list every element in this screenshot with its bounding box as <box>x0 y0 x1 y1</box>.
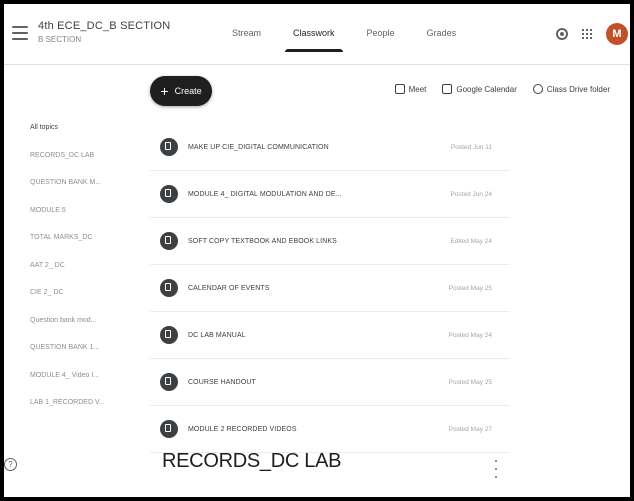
top-header: 4th ECE_DC_B SECTION B SECTION Stream Cl… <box>4 4 630 65</box>
topic-item[interactable]: LAB 1_RECORDED V... <box>30 397 140 425</box>
apps-grid-icon[interactable] <box>582 29 592 39</box>
material-icon <box>160 138 178 156</box>
item-date: Posted Jun 24 <box>450 190 492 198</box>
plus-icon: + <box>160 83 169 99</box>
list-item[interactable]: MODULE 4_ DIGITAL MODULATION AND DE... P… <box>150 171 510 218</box>
material-icon <box>160 279 178 297</box>
item-date: Edited May 24 <box>450 237 492 245</box>
topics-sidebar: All topics RECORDS_DC LAB QUESTION BANK … <box>30 122 140 425</box>
meet-label: Meet <box>408 84 427 94</box>
list-item[interactable]: COURSE HANDOUT Posted May 25 <box>150 359 510 406</box>
meet-link[interactable]: Meet <box>394 84 427 94</box>
tab-stream[interactable]: Stream <box>230 20 263 52</box>
drive-folder-icon <box>532 84 543 94</box>
list-item[interactable]: CALENDAR OF EVENTS Posted May 25 <box>150 265 510 312</box>
item-date: Posted May 24 <box>448 331 492 339</box>
create-button-label: Create <box>174 86 202 96</box>
item-title: MODULE 2 RECORDED VIDEOS <box>188 425 297 433</box>
material-icon <box>160 420 178 438</box>
tab-bar: Stream Classwork People Grades <box>230 20 458 52</box>
item-title: MAKE UP CIE_DIGITAL COMMUNICATION <box>188 143 329 151</box>
topic-item[interactable]: QUESTION BANK M... <box>30 177 140 205</box>
item-date: Posted May 27 <box>448 425 492 433</box>
item-date: Posted May 25 <box>448 284 492 292</box>
list-item[interactable]: DC LAB MANUAL Posted May 24 <box>150 312 510 359</box>
class-subtitle: B SECTION <box>38 35 82 44</box>
toolbar-links: Meet Google Calendar Class Drive folder <box>394 84 610 94</box>
item-title: CALENDAR OF EVENTS <box>188 284 270 292</box>
header-actions: M <box>556 4 630 64</box>
topic-item[interactable]: RECORDS_DC LAB <box>30 150 140 178</box>
item-title: COURSE HANDOUT <box>188 378 256 386</box>
topic-item[interactable]: Question bank mod... <box>30 315 140 343</box>
tab-grades[interactable]: Grades <box>425 20 459 52</box>
menu-icon[interactable] <box>12 26 28 40</box>
help-icon[interactable]: ? <box>4 458 17 471</box>
classwork-list: MAKE UP CIE_DIGITAL COMMUNICATION Posted… <box>150 124 510 453</box>
item-title: DC LAB MANUAL <box>188 331 246 339</box>
list-item[interactable]: MAKE UP CIE_DIGITAL COMMUNICATION Posted… <box>150 124 510 171</box>
topic-item[interactable]: TOTAL MARKS_DC <box>30 232 140 260</box>
create-button[interactable]: + Create <box>150 76 212 106</box>
material-icon <box>160 232 178 250</box>
tab-people[interactable]: People <box>365 20 397 52</box>
item-date: Posted May 25 <box>448 378 492 386</box>
topic-item[interactable]: QUESTION BANK 1... <box>30 342 140 370</box>
list-item[interactable]: SOFT COPY TEXTBOOK AND EBOOK LINKS Edite… <box>150 218 510 265</box>
topic-item[interactable]: MODULE 5 <box>30 205 140 233</box>
tab-classwork[interactable]: Classwork <box>285 20 342 52</box>
material-icon <box>160 326 178 344</box>
drive-label: Class Drive folder <box>546 84 610 94</box>
app-frame: 4th ECE_DC_B SECTION B SECTION Stream Cl… <box>4 4 630 497</box>
more-vert-icon[interactable] <box>495 460 497 478</box>
item-title: MODULE 4_ DIGITAL MODULATION AND DE... <box>188 190 342 198</box>
topic-item[interactable]: MODULE 4_ Video I... <box>30 370 140 398</box>
settings-icon[interactable] <box>556 28 568 40</box>
calendar-label: Google Calendar <box>456 84 517 94</box>
video-camera-icon <box>394 84 405 94</box>
class-drive-folder-link[interactable]: Class Drive folder <box>532 84 610 94</box>
topic-item[interactable]: CIE 2_ DC <box>30 287 140 315</box>
item-date: Posted Jun 11 <box>450 143 492 151</box>
list-item[interactable]: MODULE 2 RECORDED VIDEOS Posted May 27 <box>150 406 510 453</box>
google-calendar-link[interactable]: Google Calendar <box>442 84 517 94</box>
class-title[interactable]: 4th ECE_DC_B SECTION <box>38 20 170 32</box>
item-title: SOFT COPY TEXTBOOK AND EBOOK LINKS <box>188 237 337 245</box>
section-title: RECORDS_DC LAB <box>162 450 342 472</box>
avatar[interactable]: M <box>606 23 628 45</box>
material-icon <box>160 185 178 203</box>
calendar-icon <box>442 84 453 94</box>
material-icon <box>160 373 178 391</box>
topic-item[interactable]: AAT 2_ DC <box>30 260 140 288</box>
topic-item[interactable]: All topics <box>30 122 140 150</box>
